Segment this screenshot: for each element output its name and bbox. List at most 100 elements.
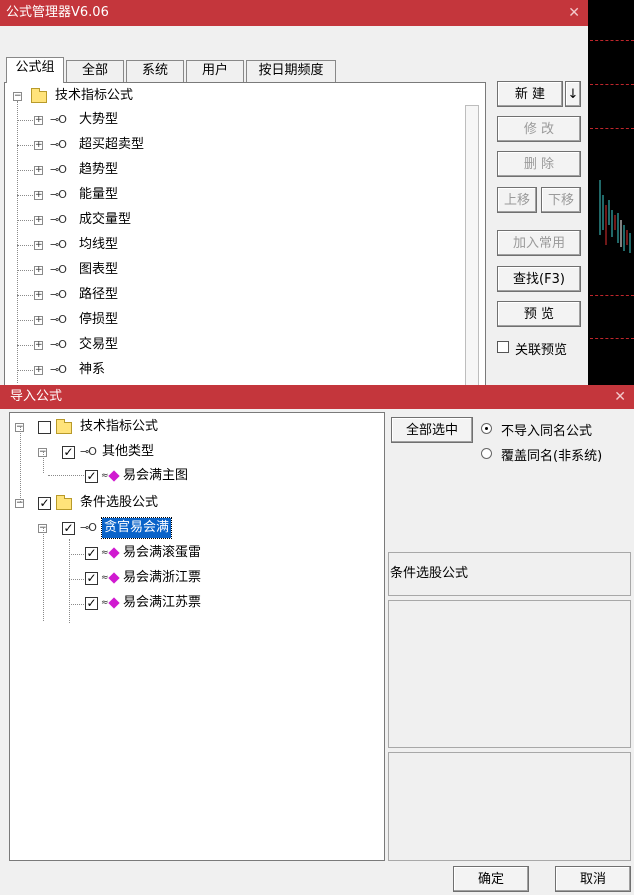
- import-tree-formula[interactable]: ✓ ≈ 易会满主图: [10, 465, 380, 487]
- tree-item[interactable]: + ⊸O 图表型: [4, 259, 204, 281]
- linked-preview-checkbox[interactable]: 关联预览: [497, 339, 587, 358]
- formula-tree-items: + ⊸O 大势型 + ⊸O 超买超卖型 + ⊸O 趋势型 + ⊸O 能量型 + ⊸O 成交量型 + ⊸O 均线型 +…: [4, 82, 404, 382]
- expand-icon[interactable]: +: [34, 241, 43, 250]
- add-common-button[interactable]: 加入常用: [497, 230, 581, 256]
- background-chart: [588, 0, 634, 385]
- expand-icon[interactable]: +: [34, 116, 43, 125]
- tree-item[interactable]: + ⊸O 超买超卖型: [4, 134, 204, 156]
- tree-item-label: 成交量型: [79, 212, 132, 227]
- tree-item[interactable]: + ⊸O 大势型: [4, 109, 204, 131]
- import-tree-formula[interactable]: ✓ ≈ 易会满滚蛋雷: [10, 542, 380, 564]
- checkbox[interactable]: [497, 341, 509, 353]
- import-tree-category[interactable]: − ✓ ⊸O 其他类型: [10, 441, 380, 463]
- import-tree-category[interactable]: − ✓ ⊸O 贪官易会满: [10, 517, 380, 539]
- tree-item-label: 均线型: [79, 237, 119, 252]
- tab-by-date-frequency[interactable]: 按日期频度: [246, 60, 336, 82]
- tab-system[interactable]: 系统: [126, 60, 184, 82]
- checkbox[interactable]: ✓: [85, 470, 98, 483]
- find-button[interactable]: 查找(F3): [497, 266, 581, 292]
- option-skip-duplicates-label: 不导入同名公式: [501, 424, 593, 439]
- radio-button[interactable]: [481, 448, 492, 459]
- preview-button[interactable]: 预 览: [497, 301, 581, 327]
- formula-gem-icon: [108, 547, 120, 559]
- import-item-label: 贪官易会满: [100, 517, 173, 539]
- expand-icon[interactable]: +: [34, 291, 43, 300]
- tree-item-label: 路径型: [79, 287, 119, 302]
- import-tree-formula[interactable]: ✓ ≈ 易会满江苏票: [10, 592, 380, 614]
- expand-icon[interactable]: +: [34, 316, 43, 325]
- expand-icon[interactable]: +: [34, 341, 43, 350]
- manager-title: 公式管理器V6.06: [6, 5, 109, 20]
- new-button-label: 新 建: [514, 87, 546, 102]
- tree-item[interactable]: + ⊸O 趋势型: [4, 159, 204, 181]
- tree-item-label: 能量型: [79, 187, 119, 202]
- formula-gem-icon: [108, 597, 120, 609]
- tree-item-label: 大势型: [79, 112, 119, 127]
- move-down-button[interactable]: 下移: [541, 187, 581, 213]
- modify-button[interactable]: 修 改: [497, 116, 581, 142]
- tree-item-label: 超买超卖型: [79, 137, 145, 152]
- expand-icon[interactable]: +: [34, 266, 43, 275]
- key-icon: ⊸O: [50, 338, 67, 351]
- new-button[interactable]: 新 建: [497, 81, 563, 107]
- link-icon: ≈: [101, 573, 108, 583]
- folder-icon: [56, 495, 72, 510]
- tree-line: [69, 604, 84, 605]
- import-item-label: 易会满主图: [123, 468, 189, 483]
- tree-item[interactable]: + ⊸O 路径型: [4, 284, 204, 306]
- expand-icon[interactable]: +: [34, 216, 43, 225]
- ok-button[interactable]: 确定: [453, 866, 529, 892]
- tree-item-label: 图表型: [79, 262, 119, 277]
- import-item-label: 技术指标公式: [80, 419, 159, 434]
- delete-button[interactable]: 删 除: [497, 151, 581, 177]
- tree-item[interactable]: + ⊸O 停损型: [4, 309, 204, 331]
- expand-icon[interactable]: +: [34, 366, 43, 375]
- option-skip-duplicates[interactable]: 不导入同名公式: [481, 420, 631, 439]
- import-tree-root-technical[interactable]: − 技术指标公式: [10, 416, 380, 438]
- tree-item-label: 趋势型: [79, 162, 119, 177]
- tree-scrollbar[interactable]: [465, 105, 479, 405]
- checkbox[interactable]: ✓: [85, 597, 98, 610]
- checkbox[interactable]: ✓: [85, 547, 98, 560]
- close-icon[interactable]: ✕: [568, 0, 580, 26]
- close-icon[interactable]: ✕: [614, 385, 626, 409]
- radio-button[interactable]: [481, 423, 492, 434]
- tree-item[interactable]: + ⊸O 成交量型: [4, 209, 204, 231]
- checkbox[interactable]: [38, 421, 51, 434]
- option-overwrite-label: 覆盖同名(非系统): [501, 449, 603, 464]
- tab-all[interactable]: 全部: [66, 60, 124, 82]
- formula-gem-icon: [108, 470, 120, 482]
- tree-line: [69, 539, 70, 623]
- checkbox[interactable]: ✓: [62, 522, 75, 535]
- tab-formula-group[interactable]: 公式组: [6, 57, 64, 83]
- key-icon: ⊸O: [50, 288, 67, 301]
- description-panel: [388, 600, 631, 748]
- tree-item[interactable]: + ⊸O 神系: [4, 359, 204, 381]
- expand-icon[interactable]: +: [34, 141, 43, 150]
- move-up-button[interactable]: 上移: [497, 187, 537, 213]
- tree-item[interactable]: + ⊸O 能量型: [4, 184, 204, 206]
- candlestick-chart: [599, 180, 631, 253]
- tree-item[interactable]: + ⊸O 交易型: [4, 334, 204, 356]
- link-icon: ≈: [101, 471, 108, 481]
- import-tree-formula[interactable]: ✓ ≈ 易会满浙江票: [10, 567, 380, 589]
- detail-panel: [388, 752, 631, 861]
- tree-item[interactable]: + ⊸O 均线型: [4, 234, 204, 256]
- cancel-button[interactable]: 取消: [555, 866, 631, 892]
- expand-icon[interactable]: +: [34, 191, 43, 200]
- checkbox[interactable]: ✓: [85, 572, 98, 585]
- new-dropdown-button[interactable]: ↓: [565, 81, 581, 107]
- key-icon: ⊸O: [80, 521, 97, 534]
- folder-icon: [56, 419, 72, 434]
- import-item-label: 易会满滚蛋雷: [123, 545, 202, 560]
- tree-line: [43, 451, 44, 473]
- tab-user[interactable]: 用户: [186, 60, 244, 82]
- select-all-button[interactable]: 全部选中: [391, 417, 473, 443]
- import-tree-root-screening[interactable]: − ✓ 条件选股公式: [10, 492, 380, 514]
- checkbox[interactable]: ✓: [62, 446, 75, 459]
- option-overwrite[interactable]: 覆盖同名(非系统): [481, 445, 631, 464]
- info-text: 条件选股公式: [390, 566, 469, 581]
- key-icon: ⊸O: [80, 445, 97, 458]
- expand-icon[interactable]: +: [34, 166, 43, 175]
- checkbox[interactable]: ✓: [38, 497, 51, 510]
